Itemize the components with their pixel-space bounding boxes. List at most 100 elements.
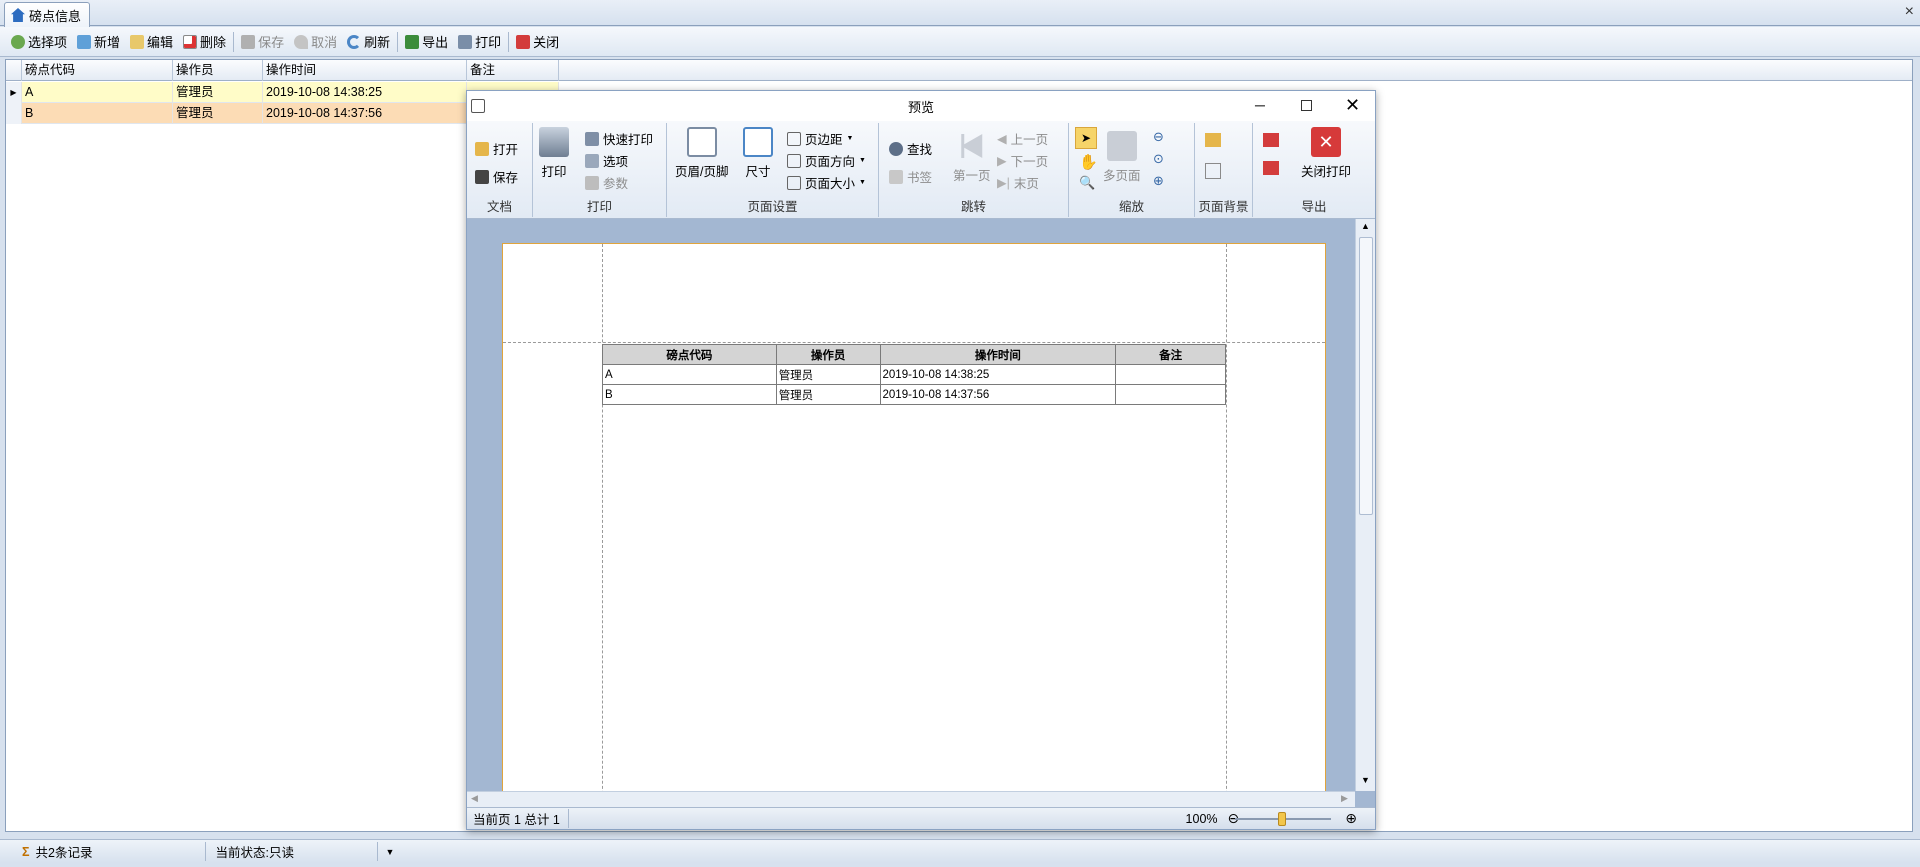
scroll-right-icon[interactable]: ▶ (1341, 793, 1348, 804)
bookmark-icon (889, 169, 903, 184)
close-icon: ✕ (1311, 127, 1341, 157)
select-button[interactable]: 选择项 (6, 30, 72, 54)
maximize-icon[interactable] (1301, 100, 1312, 111)
toolbar-separator (233, 31, 235, 52)
ribbon-group-label: 打印 (586, 200, 612, 214)
page-indicator: 当前页 1 总计 1 (473, 809, 569, 828)
watermark-icon[interactable] (1205, 163, 1221, 179)
print-big-button[interactable]: 打印 (539, 127, 569, 180)
ribbon-group-page-setup: 页眉/页脚 尺寸 页边距 ▼ 页面方向 ▼ 页面大小 ▼ 页面设置 (667, 123, 879, 217)
multi-page-icon (1106, 131, 1137, 161)
close-tab-icon[interactable]: × (1905, 3, 1914, 21)
preview-cell-time: 2019-10-08 14:38:25 (879, 364, 1117, 385)
undo-icon (294, 34, 309, 49)
zoom-level: 100% (1185, 811, 1218, 826)
hand-icon[interactable]: ✋ (1079, 153, 1098, 171)
column-header-code[interactable]: 磅点代码 (22, 60, 173, 81)
scroll-left-icon[interactable]: ◀ (471, 793, 478, 804)
preview-document-area[interactable]: 磅点代码 操作员 操作时间 备注 A 管理员 2019-10-08 14:38:… (467, 219, 1375, 807)
edit-button[interactable]: 编辑 (125, 30, 178, 54)
printer-icon (585, 131, 599, 146)
first-page-button[interactable]: 第一页 (953, 131, 991, 184)
minimize-icon[interactable]: ─ (1255, 97, 1265, 113)
next-page-button[interactable]: ▶ 下一页 (997, 151, 1048, 170)
save-button[interactable]: 保存 (236, 30, 289, 54)
pointer-icon[interactable]: ➤ (1075, 127, 1097, 149)
add-button[interactable]: 新增 (72, 30, 125, 54)
dropdown-arrow-icon: ▼ (859, 179, 866, 186)
size-button[interactable]: 尺寸 (743, 127, 773, 180)
find-button[interactable]: 查找 (889, 139, 932, 158)
grid-header: 磅点代码 操作员 操作时间 备注 (6, 60, 1912, 81)
scroll-down-icon[interactable]: ▼ (1361, 775, 1370, 785)
preview-cell-code: A (602, 364, 777, 385)
next-icon: ▶ (997, 154, 1007, 168)
export-pdf-icon[interactable] (1263, 133, 1279, 147)
current-state: 当前状态:只读 (216, 842, 378, 861)
parameters-button[interactable]: 参数 (585, 173, 628, 192)
zoom-slider-thumb[interactable] (1278, 812, 1286, 826)
cell-operator[interactable]: 管理员 (173, 103, 263, 124)
quick-print-button[interactable]: 快速打印 (585, 129, 653, 148)
preview-cell-code: B (602, 384, 777, 405)
orientation-button[interactable]: 页面方向 ▼ (787, 151, 866, 170)
scrollbar-thumb[interactable] (1359, 237, 1373, 515)
home-icon (11, 8, 25, 22)
column-header-time[interactable]: 操作时间 (263, 60, 467, 81)
previous-page-button[interactable]: ◀ 上一页 (997, 129, 1048, 148)
last-page-button[interactable]: ▶| 末页 (997, 173, 1039, 192)
orientation-icon (787, 153, 801, 168)
ribbon-group-label: 页面背景 (1198, 200, 1249, 214)
cell-operator[interactable]: 管理员 (173, 82, 263, 103)
close-button[interactable]: 关闭 (511, 30, 564, 54)
header-footer-button[interactable]: 页眉/页脚 (675, 127, 728, 180)
magnifier-icon[interactable]: 🔍 (1079, 175, 1095, 191)
tab-weighing-point-info[interactable]: 磅点信息 (4, 2, 91, 27)
preview-ribbon: 打开 保存 文档 打印 快速打印 选项 参数 打印 页眉/页脚 尺寸 页边距 ▼ … (467, 121, 1375, 219)
cell-code[interactable]: A (22, 82, 173, 103)
cell-time[interactable]: 2019-10-08 14:38:25 (263, 82, 467, 103)
tab-label: 磅点信息 (29, 8, 82, 24)
check-circle-icon (11, 34, 25, 49)
send-pdf-icon[interactable] (1263, 161, 1279, 175)
open-button[interactable]: 打开 (475, 139, 518, 158)
print-options-button[interactable]: 选项 (585, 151, 628, 170)
delete-button[interactable]: 删除 (178, 30, 231, 54)
row-indicator-header (6, 60, 22, 81)
excel-icon (405, 34, 420, 49)
preview-header-operator: 操作员 (775, 344, 881, 365)
chevron-down-icon[interactable]: ▼ (386, 847, 395, 857)
scroll-up-icon[interactable]: ▲ (1361, 221, 1370, 231)
refresh-button[interactable]: 刷新 (342, 30, 395, 54)
zoom-out-icon[interactable]: ⊖ (1153, 129, 1164, 145)
cell-time[interactable]: 2019-10-08 14:37:56 (263, 103, 467, 124)
horizontal-scrollbar[interactable]: ◀ ▶ (467, 791, 1355, 807)
zoom-in-icon[interactable]: ⊕ (1345, 810, 1357, 827)
margin-guide-left (602, 244, 603, 807)
binoculars-icon (889, 141, 903, 156)
vertical-scrollbar[interactable]: ▲ ▼ (1355, 219, 1375, 791)
page-color-icon[interactable] (1205, 133, 1221, 147)
save-icon (475, 169, 489, 184)
column-header-note[interactable]: 备注 (467, 60, 559, 81)
cancel-button[interactable]: 取消 (289, 30, 342, 54)
preview-cell-note (1115, 384, 1226, 405)
multi-page-button[interactable]: 多页面 (1103, 131, 1141, 184)
margins-button[interactable]: 页边距 ▼ (787, 129, 853, 148)
record-count: 共2条记录 (36, 842, 206, 861)
print-button[interactable]: 打印 (453, 30, 506, 54)
close-icon (516, 34, 531, 49)
save-document-button[interactable]: 保存 (475, 167, 518, 186)
close-window-icon[interactable]: ✕ (1345, 95, 1360, 116)
column-header-operator[interactable]: 操作员 (173, 60, 263, 81)
zoom-icon[interactable]: ⊙ (1153, 151, 1164, 167)
close-print-button[interactable]: ✕ 关闭打印 (1301, 127, 1351, 180)
zoom-in-icon[interactable]: ⊕ (1153, 173, 1164, 189)
page-size-icon (787, 175, 801, 190)
bookmark-button[interactable]: 书签 (889, 167, 932, 186)
cell-code[interactable]: B (22, 103, 173, 124)
edit-icon (130, 34, 145, 49)
ribbon-group-label: 导出 (1301, 200, 1327, 214)
export-button[interactable]: 导出 (400, 30, 453, 54)
page-size-button[interactable]: 页面大小 ▼ (787, 173, 866, 192)
